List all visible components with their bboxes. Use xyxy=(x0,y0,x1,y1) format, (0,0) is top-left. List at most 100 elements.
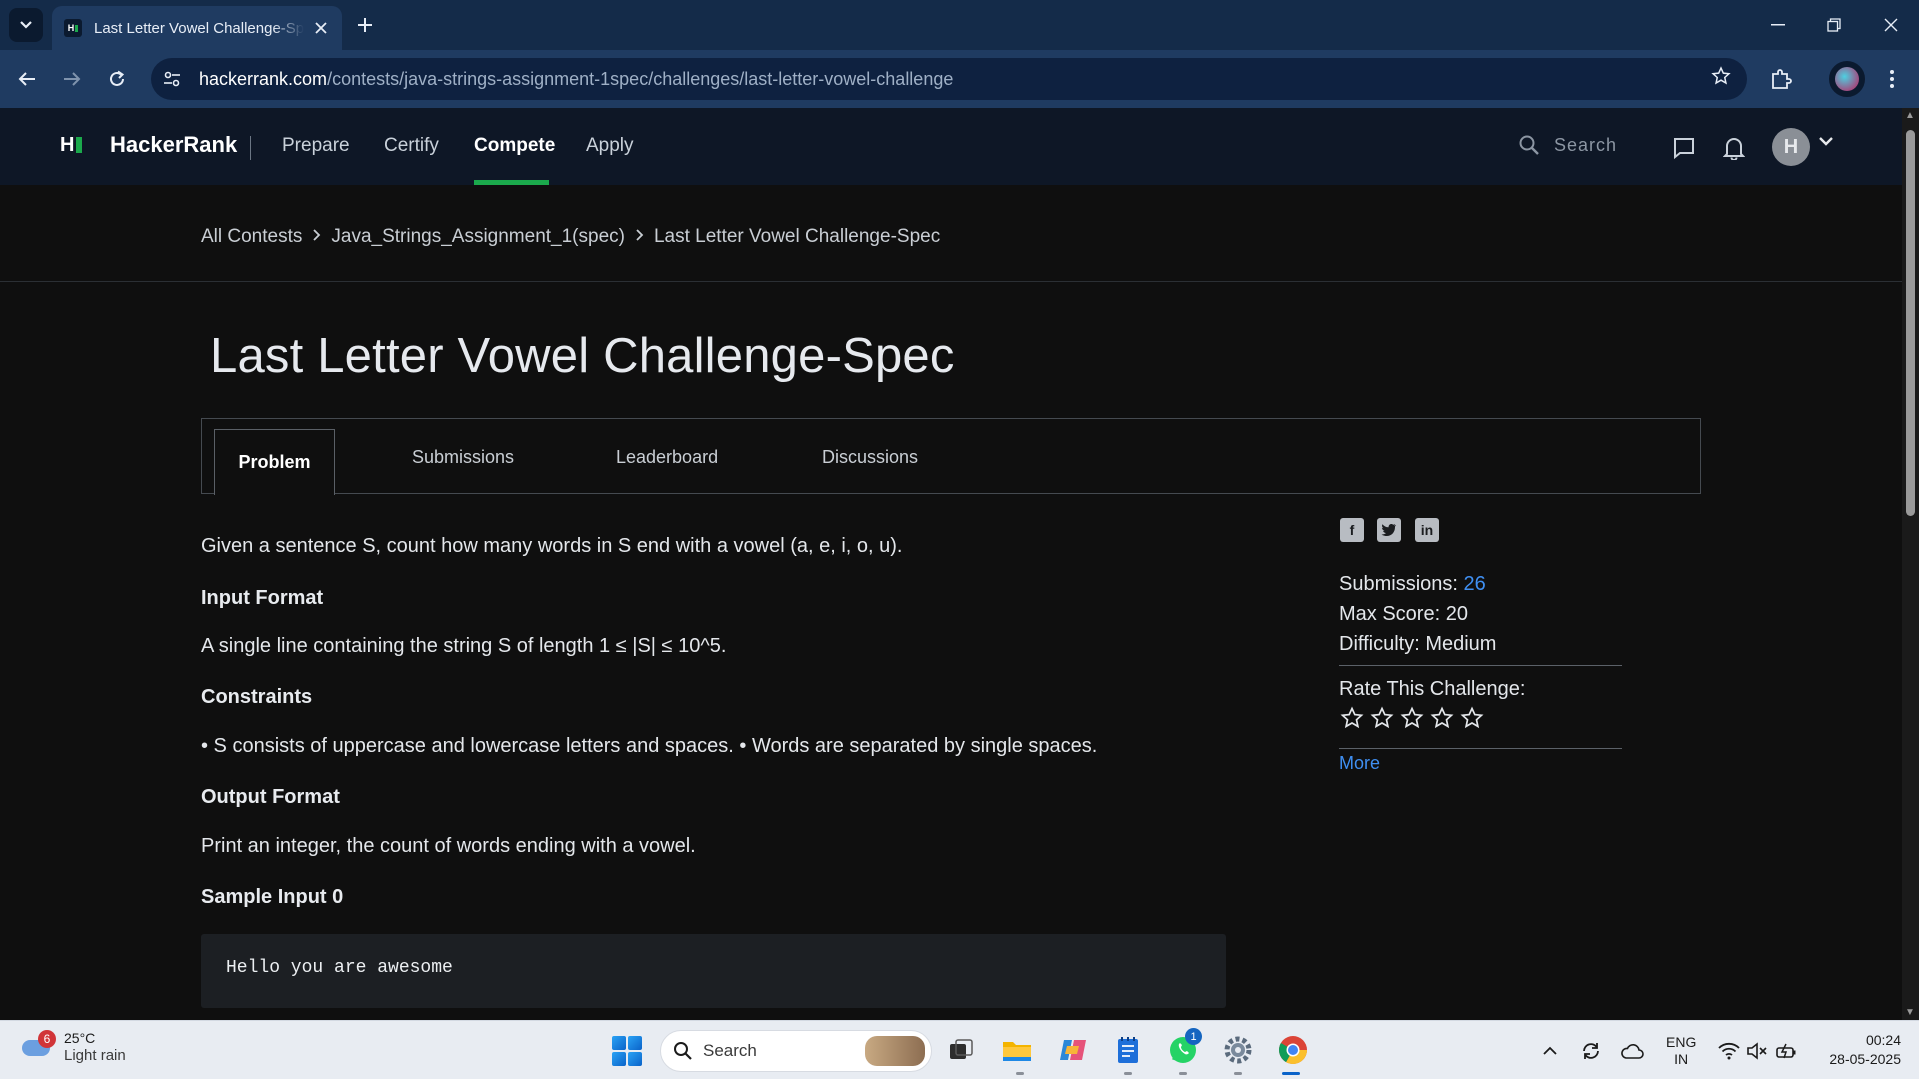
url-host: hackerrank.com xyxy=(199,68,328,89)
taskbar-search[interactable]: Search xyxy=(660,1030,932,1072)
submissions-label: Submissions: xyxy=(1339,573,1458,595)
chrome-icon[interactable] xyxy=(1275,1032,1311,1068)
sidebar-divider xyxy=(1339,665,1622,666)
forward-button[interactable] xyxy=(54,61,90,97)
tune-icon xyxy=(164,71,180,87)
new-tab-button[interactable] xyxy=(350,10,380,40)
submissions-count-link[interactable]: 26 xyxy=(1464,573,1486,595)
chevron-down-icon xyxy=(1819,137,1833,146)
rating-star-3[interactable] xyxy=(1397,704,1427,732)
nav-prepare[interactable]: Prepare xyxy=(282,135,350,157)
task-view-icon[interactable] xyxy=(943,1032,979,1068)
star-outline-icon xyxy=(1711,66,1731,85)
header-divider xyxy=(0,281,1902,282)
tab-problem[interactable]: Problem xyxy=(214,429,335,495)
language-indicator[interactable]: ENG IN xyxy=(1666,1021,1696,1079)
star-outline-icon xyxy=(1400,706,1424,729)
settings-gear-icon[interactable] xyxy=(1220,1032,1256,1068)
chevron-up-icon xyxy=(1543,1046,1557,1055)
active-nav-indicator xyxy=(474,180,549,185)
breadcrumb-challenge[interactable]: Last Letter Vowel Challenge-Spec xyxy=(654,226,940,248)
show-hidden-icons-button[interactable] xyxy=(1542,1021,1558,1079)
running-indicator xyxy=(1124,1072,1132,1075)
more-link[interactable]: More xyxy=(1339,753,1380,774)
page-content: H HackerRank Prepare Certify Compete App… xyxy=(0,108,1902,1020)
windows-start-icon[interactable] xyxy=(612,1036,642,1066)
user-avatar[interactable]: H xyxy=(1772,128,1810,166)
rating-star-1[interactable] xyxy=(1337,704,1367,732)
linkedin-icon[interactable]: in xyxy=(1415,518,1439,542)
bookmark-button[interactable] xyxy=(1711,66,1731,92)
weather-text: 25°C Light rain xyxy=(64,1029,126,1065)
max-score-label: Max Score: xyxy=(1339,603,1441,625)
breadcrumb-all-contests[interactable]: All Contests xyxy=(201,226,302,248)
sync-icon[interactable] xyxy=(1580,1021,1602,1079)
onedrive-cloud-icon[interactable] xyxy=(1620,1021,1644,1079)
star-outline-icon xyxy=(1460,706,1484,729)
hackerrank-logo-icon[interactable]: H xyxy=(60,134,83,157)
challenge-tabs: Problem Submissions Leaderboard Discussi… xyxy=(201,418,1701,495)
browser-menu-button[interactable] xyxy=(1876,63,1908,95)
nav-apply[interactable]: Apply xyxy=(586,135,634,157)
notifications-button[interactable] xyxy=(1720,134,1748,162)
max-score-value: 20 xyxy=(1445,603,1468,625)
running-indicator xyxy=(1234,1072,1242,1075)
difficulty-stat: Difficulty: Medium xyxy=(1339,633,1496,656)
page-scrollbar[interactable]: ▲ ▼ xyxy=(1902,108,1919,1020)
output-format-text: Print an integer, the count of words end… xyxy=(201,835,696,857)
breadcrumb-contest[interactable]: Java_Strings_Assignment_1(spec) xyxy=(331,226,625,248)
input-format-heading: Input Format xyxy=(201,587,324,609)
system-clock[interactable]: 00:24 28-05-2025 xyxy=(1815,1031,1901,1069)
site-header: H HackerRank Prepare Certify Compete App… xyxy=(0,108,1902,185)
browser-tab-active[interactable]: H Last Letter Vowel Challenge-Spec xyxy=(52,6,342,50)
tab-discussions[interactable]: Discussions xyxy=(822,419,918,495)
reload-button[interactable] xyxy=(99,61,135,97)
clock-date: 28-05-2025 xyxy=(1829,1051,1901,1067)
notepad-icon[interactable] xyxy=(1110,1032,1146,1068)
site-brand[interactable]: HackerRank xyxy=(110,132,237,158)
tab-search-button[interactable] xyxy=(9,8,43,42)
restore-button[interactable] xyxy=(1806,0,1862,50)
nav-certify[interactable]: Certify xyxy=(384,135,439,157)
weather-widget[interactable]: 6 25°C Light rain xyxy=(20,1029,126,1065)
rating-star-2[interactable] xyxy=(1367,704,1397,732)
browser-profile-avatar[interactable] xyxy=(1829,61,1865,97)
weather-temp: 25°C xyxy=(64,1030,96,1046)
facebook-icon[interactable]: f xyxy=(1340,518,1364,542)
file-explorer-icon[interactable] xyxy=(999,1032,1035,1068)
weather-desc: Light rain xyxy=(64,1047,126,1064)
twitter-icon[interactable] xyxy=(1377,518,1401,542)
battery-icon[interactable] xyxy=(1776,1021,1798,1079)
puzzle-icon xyxy=(1772,69,1792,89)
rating-star-5[interactable] xyxy=(1457,704,1487,732)
extensions-button[interactable] xyxy=(1765,63,1797,95)
site-info-button[interactable] xyxy=(157,64,187,94)
hackerrank-favicon-icon: H xyxy=(64,19,82,37)
copilot-icon[interactable] xyxy=(1055,1032,1091,1068)
clock-time: 00:24 xyxy=(1865,1032,1901,1048)
scroll-up-icon[interactable]: ▲ xyxy=(1905,110,1915,121)
minimize-button[interactable] xyxy=(1750,0,1806,50)
sample-input-text: Hello you are awesome xyxy=(226,958,453,978)
rating-star-4[interactable] xyxy=(1427,704,1457,732)
volume-muted-icon[interactable] xyxy=(1746,1021,1768,1079)
weather-cloud-icon: 6 xyxy=(20,1030,56,1064)
running-indicator xyxy=(1016,1072,1024,1075)
scroll-down-icon[interactable]: ▼ xyxy=(1905,1007,1915,1018)
scrollbar-thumb[interactable] xyxy=(1906,130,1915,516)
browser-tabstrip: H Last Letter Vowel Challenge-Spec xyxy=(0,0,1919,50)
sidebar-divider xyxy=(1339,748,1622,749)
tab-close-button[interactable] xyxy=(310,17,332,39)
back-button[interactable] xyxy=(9,61,45,97)
wifi-icon[interactable] xyxy=(1718,1021,1740,1079)
address-bar[interactable]: hackerrank.com/contests/java-strings-ass… xyxy=(151,58,1747,100)
user-menu-button[interactable] xyxy=(1818,134,1834,152)
difficulty-value: Medium xyxy=(1425,633,1497,655)
tab-submissions[interactable]: Submissions xyxy=(412,419,514,495)
whatsapp-icon[interactable]: 1 xyxy=(1165,1028,1202,1068)
messages-button[interactable] xyxy=(1670,134,1698,162)
close-window-button[interactable] xyxy=(1863,0,1919,50)
tab-leaderboard[interactable]: Leaderboard xyxy=(616,419,718,495)
site-search[interactable]: Search xyxy=(1518,134,1617,156)
nav-compete[interactable]: Compete xyxy=(474,135,555,157)
